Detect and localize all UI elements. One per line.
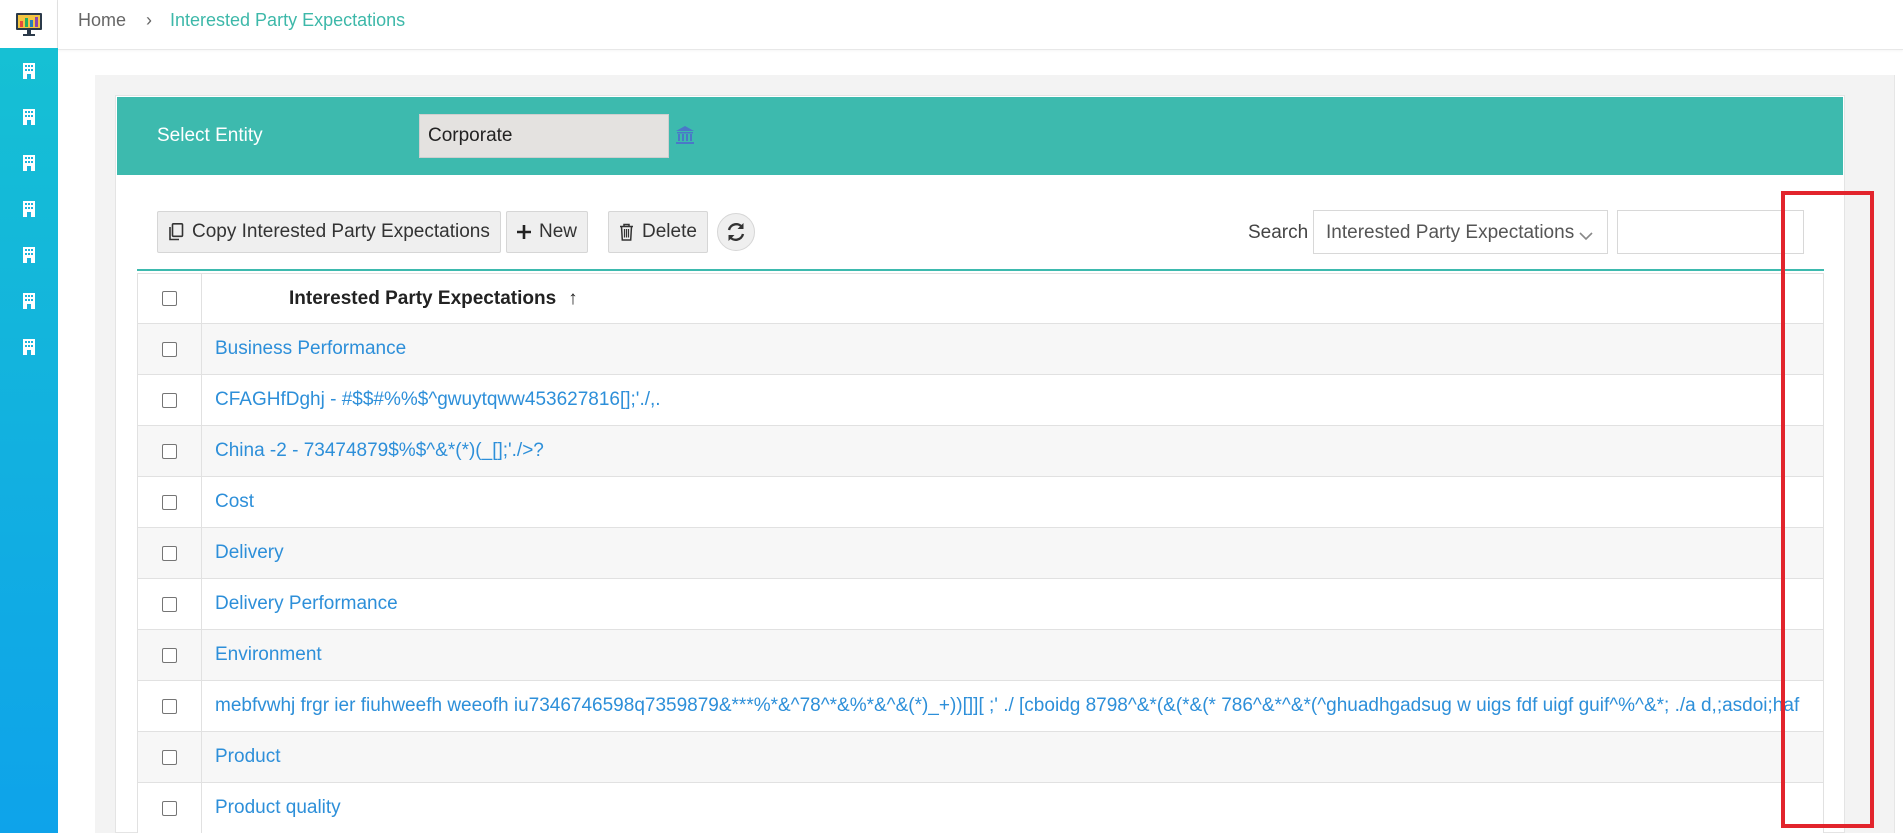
plus-icon — [517, 225, 531, 239]
app-logo[interactable] — [0, 0, 58, 48]
copy-icon — [168, 223, 184, 241]
row-link[interactable]: Business Performance — [202, 324, 1824, 374]
table-row: Product — [137, 732, 1824, 783]
row-checkbox[interactable] — [161, 596, 177, 612]
sidebar-item-3[interactable] — [0, 143, 58, 183]
chevron-down-icon — [1579, 225, 1593, 247]
table-row: China -2 - 73474879$%$^&*(*)(_[];'./>? — [137, 426, 1824, 477]
trash-icon — [619, 223, 634, 241]
entity-select-field[interactable]: Corporate — [419, 114, 669, 158]
sidebar-item-5[interactable] — [0, 235, 58, 275]
search-field-value: Interested Party Expectations — [1326, 222, 1575, 243]
row-checkbox[interactable] — [161, 494, 177, 510]
row-link[interactable]: Delivery Performance — [202, 579, 1824, 629]
row-checkbox[interactable] — [161, 545, 177, 561]
row-link[interactable]: Environment — [202, 630, 1824, 680]
search-input[interactable] — [1617, 210, 1804, 254]
top-bar: Home › Interested Party Expectations — [58, 0, 1903, 50]
sidebar-item-1[interactable] — [0, 51, 58, 91]
delete-button[interactable]: Delete — [608, 211, 708, 253]
table-header-row: Interested Party Expectations ↑ — [137, 273, 1824, 324]
entity-label: Select Entity — [157, 125, 263, 146]
copy-button[interactable]: Copy Interested Party Expectations — [157, 211, 501, 253]
building-icon — [23, 339, 35, 355]
row-checkbox[interactable] — [161, 749, 177, 765]
row-checkbox[interactable] — [161, 698, 177, 714]
row-checkbox[interactable] — [161, 647, 177, 663]
column-header-expectations[interactable]: Interested Party Expectations ↑ — [202, 274, 1824, 323]
building-icon — [23, 155, 35, 171]
row-checkbox[interactable] — [161, 341, 177, 357]
row-checkbox[interactable] — [161, 800, 177, 816]
building-icon — [23, 63, 35, 79]
monitor-chart-logo-icon — [15, 13, 42, 36]
table-row: Business Performance — [137, 324, 1824, 375]
copy-button-label: Copy Interested Party Expectations — [192, 221, 490, 242]
table-row: CFAGHfDghj - #$$#%%$^gwuytqww453627816[]… — [137, 375, 1824, 426]
refresh-button[interactable] — [717, 213, 755, 251]
row-link[interactable]: CFAGHfDghj - #$$#%%$^gwuytqww453627816[]… — [202, 375, 1824, 425]
sidebar-item-2[interactable] — [0, 97, 58, 137]
building-icon — [23, 109, 35, 125]
row-link[interactable]: Delivery — [202, 528, 1824, 578]
row-link[interactable]: Product — [202, 732, 1824, 782]
institution-icon[interactable] — [675, 125, 695, 150]
search-field-select[interactable]: Interested Party Expectations — [1313, 210, 1608, 254]
table-row: Delivery — [137, 528, 1824, 579]
table-row: Cost — [137, 477, 1824, 528]
building-icon — [23, 247, 35, 263]
sidebar — [0, 0, 58, 833]
breadcrumb-current: Interested Party Expectations — [170, 10, 406, 30]
table-row: Environment — [137, 630, 1824, 681]
building-icon — [23, 293, 35, 309]
row-link[interactable]: mebfvwhj frgr ier fiuhweefh weeofh iu734… — [202, 681, 1824, 731]
delete-button-label: Delete — [642, 221, 697, 242]
new-button[interactable]: New — [506, 211, 589, 253]
row-link[interactable]: Product quality — [202, 783, 1824, 833]
row-link[interactable]: China -2 - 73474879$%$^&*(*)(_[];'./>? — [202, 426, 1824, 476]
refresh-icon — [727, 223, 745, 241]
toolbar-divider — [137, 269, 1824, 271]
select-all-checkbox[interactable] — [161, 291, 177, 306]
sort-ascending-icon: ↑ — [568, 287, 578, 309]
breadcrumb-separator: › — [146, 10, 152, 30]
sidebar-item-4[interactable] — [0, 189, 58, 229]
sidebar-item-6[interactable] — [0, 281, 58, 321]
entity-bar: Select Entity Corporate — [117, 97, 1843, 175]
sidebar-item-7[interactable] — [0, 327, 58, 367]
table-row: Delivery Performance — [137, 579, 1824, 630]
breadcrumb-home[interactable]: Home — [78, 10, 126, 31]
table-row: Product quality — [137, 783, 1824, 833]
new-button-label: New — [539, 221, 578, 242]
row-link[interactable]: Cost — [202, 477, 1824, 527]
table-row: mebfvwhj frgr ier fiuhweefh weeofh iu734… — [137, 681, 1824, 732]
search-label: Search — [1248, 222, 1309, 243]
row-checkbox[interactable] — [161, 392, 177, 408]
row-checkbox[interactable] — [161, 443, 177, 459]
building-icon — [23, 201, 35, 217]
